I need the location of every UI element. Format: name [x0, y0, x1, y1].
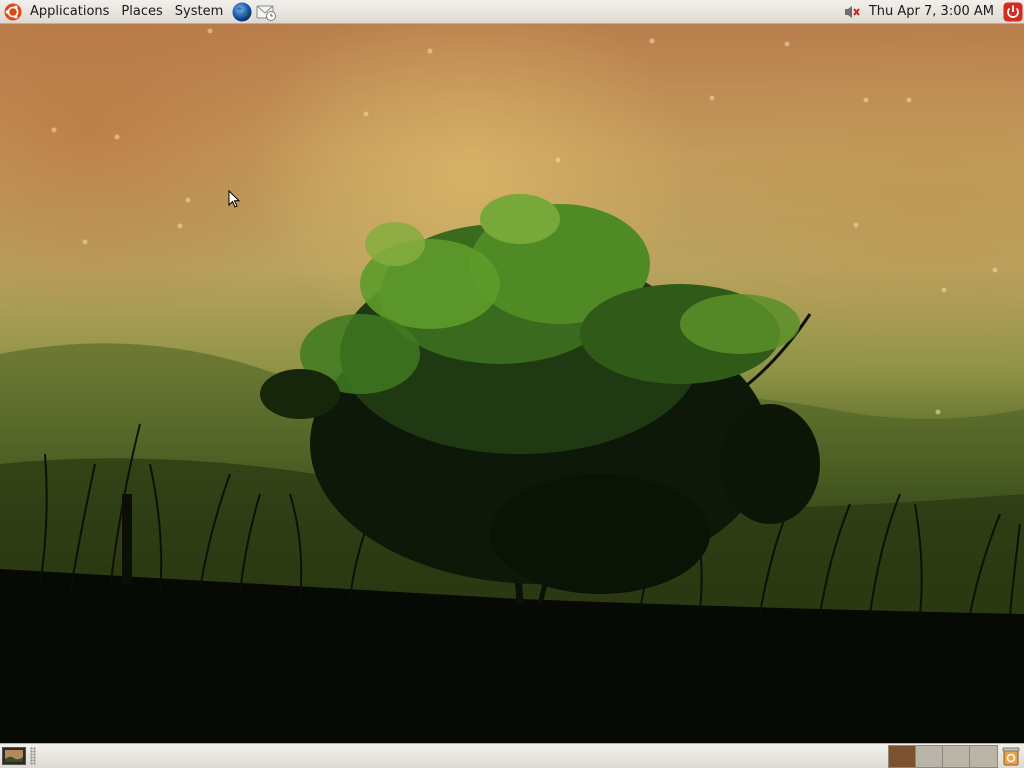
notification-area: Thu Apr 7, 3:00 AM	[839, 0, 1024, 24]
applications-menu[interactable]: Applications	[24, 0, 115, 24]
workspace-1[interactable]	[889, 745, 916, 767]
ubuntu-logo-icon[interactable]	[2, 1, 24, 23]
workspace-3[interactable]	[943, 745, 970, 767]
shutdown-icon[interactable]	[1002, 1, 1024, 23]
panel-drag-handle[interactable]	[30, 747, 36, 765]
show-desktop-icon[interactable]	[2, 746, 26, 766]
mail-client-icon[interactable]	[255, 1, 277, 23]
arrow-pointer-icon	[228, 190, 241, 208]
workspace-switcher	[888, 744, 998, 768]
wallpaper	[0, 28, 1024, 743]
workspace-2[interactable]	[916, 745, 943, 767]
bottom-panel	[0, 743, 1024, 768]
speaker-muted-icon[interactable]	[841, 1, 863, 23]
system-menu[interactable]: System	[169, 0, 229, 24]
places-menu[interactable]: Places	[115, 0, 168, 24]
main-menu-bar: Applications Places System	[0, 0, 277, 24]
top-panel: Applications Places System Thu Apr 7, 3:…	[0, 0, 1024, 24]
workspace-4[interactable]	[970, 745, 997, 767]
web-browser-icon[interactable]	[231, 1, 253, 23]
desktop[interactable]	[0, 24, 1024, 743]
clock[interactable]: Thu Apr 7, 3:00 AM	[863, 4, 1000, 19]
trash-icon[interactable]	[1000, 745, 1022, 767]
